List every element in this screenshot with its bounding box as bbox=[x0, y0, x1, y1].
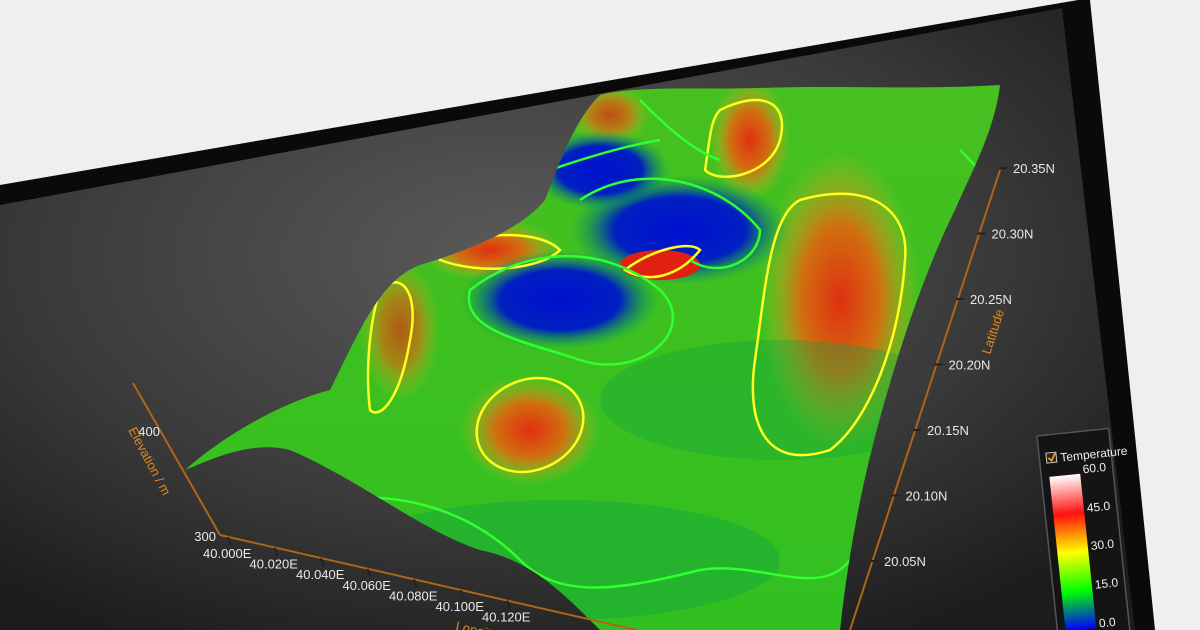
x-tick: 40.120E bbox=[482, 610, 531, 625]
x-tick: 40.040E bbox=[296, 567, 345, 582]
z-tick: 300 bbox=[194, 529, 216, 544]
surface-chart: 400 300 Elevation / m 40.000E40.020E40.0… bbox=[0, 0, 1155, 630]
y-tick: 20.35N bbox=[1013, 161, 1055, 176]
legend-tick: 15.0 bbox=[1094, 575, 1119, 591]
x-tick: 40.000E bbox=[203, 546, 252, 561]
legend-tick: 45.0 bbox=[1086, 499, 1111, 515]
x-tick: 40.100E bbox=[436, 599, 485, 614]
legend-tick: 30.0 bbox=[1090, 537, 1115, 553]
y-tick: 20.30N bbox=[992, 227, 1034, 242]
y-tick: 20.25N bbox=[970, 292, 1012, 307]
y-tick: 20.20N bbox=[949, 358, 991, 373]
legend-tick: 60.0 bbox=[1082, 460, 1107, 476]
x-tick: 40.020E bbox=[250, 557, 299, 572]
legend-tick: 0.0 bbox=[1098, 615, 1116, 630]
y-tick: 20.10N bbox=[906, 489, 948, 504]
y-tick: 20.15N bbox=[927, 423, 969, 438]
x-tick: 40.060E bbox=[343, 578, 392, 593]
x-tick: 40.080E bbox=[389, 588, 438, 603]
y-tick: 20.05N bbox=[884, 554, 926, 569]
